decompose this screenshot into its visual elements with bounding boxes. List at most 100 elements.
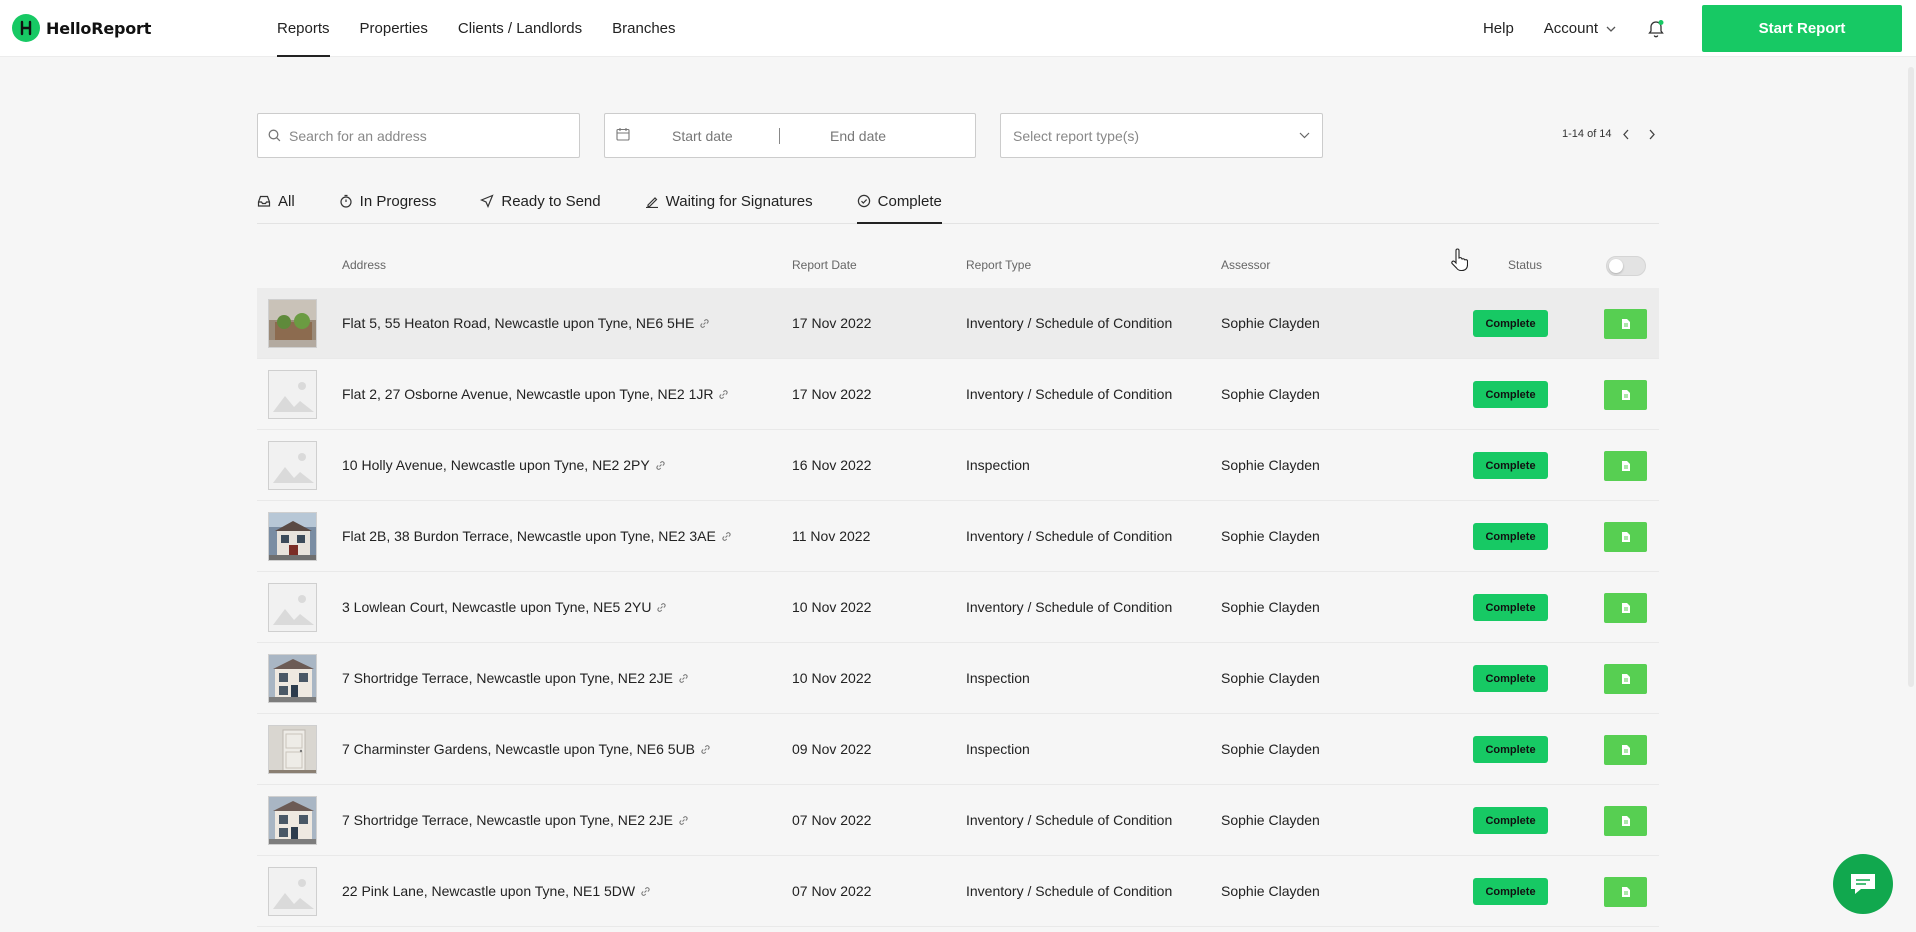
tab-in-progress[interactable]: In Progress <box>339 183 437 223</box>
placeholder-image-icon <box>268 370 317 419</box>
table-row[interactable]: 22 Pink Lane, Newcastle upon Tyne, NE1 5… <box>257 856 1659 927</box>
date-range-picker[interactable]: Start date End date <box>604 113 976 158</box>
check-circle-icon <box>857 194 870 208</box>
status-badge[interactable]: Complete <box>1473 878 1548 905</box>
link-icon[interactable] <box>678 673 689 684</box>
nav-clients-landlords[interactable]: Clients / Landlords <box>458 0 582 57</box>
view-report-button[interactable] <box>1604 735 1647 765</box>
tab-ready-to-send[interactable]: Ready to Send <box>480 183 601 223</box>
table-row[interactable]: 7 Charminster Gardens, Newcastle upon Ty… <box>257 714 1659 785</box>
view-report-button[interactable] <box>1604 309 1647 339</box>
status-badge[interactable]: Complete <box>1473 381 1548 408</box>
table-row[interactable]: Flat 2B, 38 Burdon Terrace, Newcastle up… <box>257 501 1659 572</box>
table-row[interactable]: Flat 2, 27 Osborne Avenue, Newcastle upo… <box>257 359 1659 430</box>
address-search[interactable] <box>257 113 580 158</box>
address-cell[interactable]: 7 Shortridge Terrace, Newcastle upon Tyn… <box>342 670 689 686</box>
address-text: 7 Shortridge Terrace, Newcastle upon Tyn… <box>342 812 673 828</box>
address-cell[interactable]: 7 Shortridge Terrace, Newcastle upon Tyn… <box>342 812 689 828</box>
search-input[interactable] <box>289 127 569 144</box>
table-row[interactable]: 7 Shortridge Terrace, Newcastle upon Tyn… <box>257 785 1659 856</box>
header-report-date: Report Date <box>792 258 857 272</box>
link-icon[interactable] <box>640 886 651 897</box>
status-badge[interactable]: Complete <box>1473 452 1548 479</box>
report-type-cell: Inspection <box>966 457 1030 473</box>
scrollbar-thumb[interactable] <box>1908 67 1914 687</box>
table-row[interactable]: 7 Shortridge Terrace, Newcastle upon Tyn… <box>257 643 1659 714</box>
view-report-button[interactable] <box>1604 380 1647 410</box>
assessor-cell: Sophie Clayden <box>1221 883 1320 899</box>
status-badge[interactable]: Complete <box>1473 665 1548 692</box>
placeholder-image-icon <box>268 583 317 632</box>
report-type-select[interactable]: Select report type(s) <box>1000 113 1323 158</box>
nav-properties[interactable]: Properties <box>360 0 428 57</box>
nav-branches[interactable]: Branches <box>612 0 675 57</box>
account-menu[interactable]: Account <box>1544 20 1616 37</box>
document-icon <box>1621 603 1630 613</box>
link-icon[interactable] <box>721 531 732 542</box>
address-cell[interactable]: Flat 2, 27 Osborne Avenue, Newcastle upo… <box>342 386 729 402</box>
help-link[interactable]: Help <box>1483 20 1514 37</box>
document-icon <box>1621 461 1630 471</box>
report-date-cell: 07 Nov 2022 <box>792 812 872 828</box>
report-type-cell: Inventory / Schedule of Condition <box>966 528 1173 544</box>
report-date-cell: 10 Nov 2022 <box>792 670 872 686</box>
address-cell[interactable]: Flat 5, 55 Heaton Road, Newcastle upon T… <box>342 315 710 331</box>
chevron-right-icon[interactable] <box>1648 129 1656 140</box>
link-icon[interactable] <box>699 318 710 329</box>
stopwatch-icon <box>340 194 352 208</box>
right-nav: Help Account Start Report <box>1483 0 1916 57</box>
live-chat-button[interactable] <box>1833 854 1893 914</box>
tab-in-progress-label: In Progress <box>359 192 437 210</box>
view-report-button[interactable] <box>1604 877 1647 907</box>
property-thumbnail <box>268 654 317 703</box>
start-report-button[interactable]: Start Report <box>1702 5 1902 52</box>
property-thumbnail <box>268 725 317 774</box>
tab-complete[interactable]: Complete <box>856 183 943 224</box>
link-icon[interactable] <box>700 744 711 755</box>
page-scrollbar[interactable] <box>1908 57 1914 932</box>
address-cell[interactable]: 7 Charminster Gardens, Newcastle upon Ty… <box>342 741 711 757</box>
link-icon[interactable] <box>678 815 689 826</box>
document-icon <box>1621 674 1630 684</box>
document-icon <box>1621 745 1630 755</box>
table-row[interactable]: Flat 5, 55 Heaton Road, Newcastle upon T… <box>257 288 1659 359</box>
view-report-button[interactable] <box>1604 522 1647 552</box>
report-date-cell: 17 Nov 2022 <box>792 386 872 402</box>
search-icon <box>268 129 281 142</box>
notification-bell-icon[interactable] <box>1646 19 1666 39</box>
address-cell[interactable]: 3 Lowlean Court, Newcastle upon Tyne, NE… <box>342 599 667 615</box>
view-report-button[interactable] <box>1604 593 1647 623</box>
chevron-down-icon <box>1299 132 1310 139</box>
end-date-field[interactable]: End date <box>830 128 886 144</box>
view-report-button[interactable] <box>1604 664 1647 694</box>
address-cell[interactable]: 10 Holly Avenue, Newcastle upon Tyne, NE… <box>342 457 666 473</box>
nav-reports[interactable]: Reports <box>277 0 330 57</box>
table-row[interactable]: 3 Lowlean Court, Newcastle upon Tyne, NE… <box>257 572 1659 643</box>
status-badge[interactable]: Complete <box>1473 594 1548 621</box>
chevron-down-icon <box>1606 26 1616 32</box>
chevron-left-icon[interactable] <box>1622 129 1630 140</box>
hello-report-logo[interactable]: HelloReport <box>12 14 151 42</box>
address-cell[interactable]: Flat 2B, 38 Burdon Terrace, Newcastle up… <box>342 528 732 544</box>
start-date-field[interactable]: Start date <box>672 128 733 144</box>
table-row[interactable]: 10 Holly Avenue, Newcastle upon Tyne, NE… <box>257 430 1659 501</box>
status-badge[interactable]: Complete <box>1473 523 1548 550</box>
status-badge[interactable]: Complete <box>1473 310 1548 337</box>
tab-complete-label: Complete <box>877 192 942 210</box>
select-all-toggle[interactable] <box>1606 256 1646 276</box>
status-badge[interactable]: Complete <box>1473 736 1548 763</box>
report-date-cell: 16 Nov 2022 <box>792 457 872 473</box>
link-icon[interactable] <box>718 389 729 400</box>
send-icon <box>480 194 494 208</box>
chat-bubble-icon <box>1851 874 1875 894</box>
view-report-button[interactable] <box>1604 451 1647 481</box>
link-icon[interactable] <box>655 460 666 471</box>
view-report-button[interactable] <box>1604 806 1647 836</box>
calendar-icon <box>616 128 630 141</box>
tab-all[interactable]: All <box>257 183 295 223</box>
status-badge[interactable]: Complete <box>1473 807 1548 834</box>
link-icon[interactable] <box>656 602 667 613</box>
address-text: 7 Charminster Gardens, Newcastle upon Ty… <box>342 741 696 757</box>
address-cell[interactable]: 22 Pink Lane, Newcastle upon Tyne, NE1 5… <box>342 883 651 899</box>
tab-waiting-for-signatures[interactable]: Waiting for Signatures <box>645 183 813 223</box>
